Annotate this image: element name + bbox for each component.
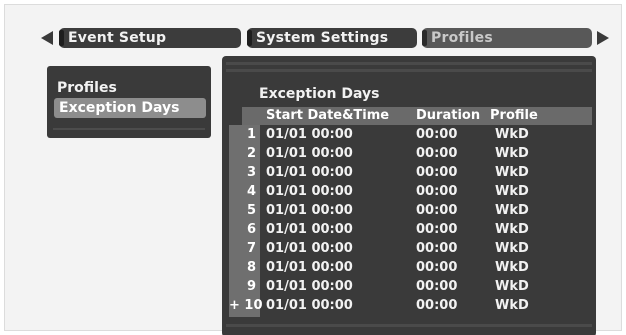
tab-label: Profiles — [431, 30, 493, 46]
profile: WkD — [495, 165, 529, 180]
duration: 00:00 — [416, 127, 458, 142]
left-menu-panel: Profiles Exception Days — [47, 66, 211, 138]
row-number: 8 — [246, 260, 256, 275]
row-number: 2 — [246, 146, 256, 161]
table-row[interactable]: 3 01/01 00:00 00:00 WkD — [229, 165, 592, 181]
duration: 00:00 — [416, 279, 458, 294]
profile: WkD — [495, 279, 529, 294]
start-datetime: 01/01 00:00 — [266, 260, 353, 275]
column-header-duration: Duration — [416, 108, 481, 123]
duration: 00:00 — [416, 222, 458, 237]
start-datetime: 01/01 00:00 — [266, 241, 353, 256]
row-number: 3 — [246, 165, 256, 180]
tab-profiles[interactable]: Profiles — [422, 28, 592, 48]
row-number: 5 — [246, 203, 256, 218]
profile: WkD — [495, 203, 529, 218]
divider — [226, 69, 592, 72]
table-row[interactable]: 9 01/01 00:00 00:00 WkD — [229, 279, 592, 295]
profile: WkD — [495, 222, 529, 237]
table-row[interactable]: 8 01/01 00:00 00:00 WkD — [229, 260, 592, 276]
divider — [226, 324, 592, 327]
menu-item-exception-days[interactable]: Exception Days — [54, 98, 206, 118]
row-number: 6 — [246, 222, 256, 237]
table-row[interactable]: 5 01/01 00:00 00:00 WkD — [229, 203, 592, 219]
screen-frame: Event Setup System Settings Profiles Pro… — [4, 4, 622, 335]
start-datetime: 01/01 00:00 — [266, 127, 353, 142]
next-tab-arrow-icon[interactable] — [597, 31, 609, 45]
duration: 00:00 — [416, 146, 458, 161]
start-datetime: 01/01 00:00 — [266, 203, 353, 218]
table-row[interactable]: 4 01/01 00:00 00:00 WkD — [229, 184, 592, 200]
profile: WkD — [495, 241, 529, 256]
prev-tab-arrow-icon[interactable] — [41, 31, 53, 45]
duration: 00:00 — [416, 165, 458, 180]
menu-item-profiles[interactable]: Profiles — [57, 78, 117, 98]
table-row[interactable]: + 10 01/01 00:00 00:00 WkD — [229, 298, 592, 314]
table-row[interactable]: 6 01/01 00:00 00:00 WkD — [229, 222, 592, 238]
row-number: 1 — [246, 127, 256, 142]
row-number: 4 — [246, 184, 256, 199]
start-datetime: 01/01 00:00 — [266, 165, 353, 180]
divider — [53, 128, 205, 130]
table-row[interactable]: 2 01/01 00:00 00:00 WkD — [229, 146, 592, 162]
tab-bar: Event Setup System Settings Profiles — [41, 27, 617, 49]
row-number: + 10 — [229, 298, 263, 313]
tab-event-setup[interactable]: Event Setup — [59, 28, 241, 48]
duration: 00:00 — [416, 260, 458, 275]
column-header-start: Start Date&Time — [266, 108, 390, 123]
tab-label: System Settings — [256, 30, 389, 46]
start-datetime: 01/01 00:00 — [266, 184, 353, 199]
tab-system-settings[interactable]: System Settings — [247, 28, 417, 48]
tab-cap — [422, 30, 427, 46]
column-header-profile: Profile — [490, 108, 538, 123]
profile: WkD — [495, 298, 529, 313]
start-datetime: 01/01 00:00 — [266, 279, 353, 294]
profile: WkD — [495, 127, 529, 142]
tab-cap — [247, 30, 252, 46]
row-number: 7 — [246, 241, 256, 256]
duration: 00:00 — [416, 241, 458, 256]
table-row[interactable]: 1 01/01 00:00 00:00 WkD — [229, 127, 592, 143]
duration: 00:00 — [416, 298, 458, 313]
exception-days-panel: Exception Days Start Date&Time Duration … — [222, 56, 596, 335]
duration: 00:00 — [416, 203, 458, 218]
profile: WkD — [495, 184, 529, 199]
duration: 00:00 — [416, 184, 458, 199]
tab-cap — [59, 30, 64, 46]
table-row[interactable]: 7 01/01 00:00 00:00 WkD — [229, 241, 592, 257]
start-datetime: 01/01 00:00 — [266, 146, 353, 161]
row-number: 9 — [246, 279, 256, 294]
start-datetime: 01/01 00:00 — [266, 298, 353, 313]
tab-label: Event Setup — [68, 30, 167, 46]
divider — [226, 62, 592, 65]
table-header: Start Date&Time Duration Profile — [242, 107, 592, 125]
profile: WkD — [495, 260, 529, 275]
profile: WkD — [495, 146, 529, 161]
start-datetime: 01/01 00:00 — [266, 222, 353, 237]
panel-title: Exception Days — [259, 86, 380, 102]
